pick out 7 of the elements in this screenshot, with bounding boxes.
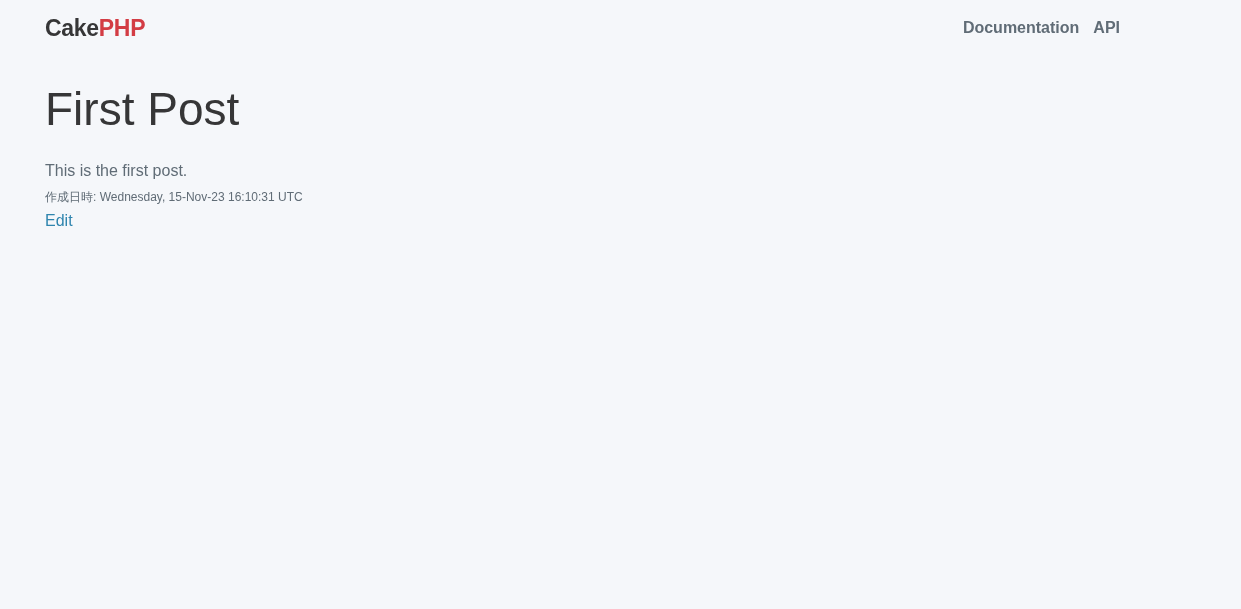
post-title: First Post xyxy=(45,84,241,135)
site-logo[interactable]: CakePHP xyxy=(45,10,146,46)
nav-link[interactable]: API xyxy=(1093,16,1120,40)
edit-link[interactable]: Edit xyxy=(45,208,73,233)
created-date: 作成日時: Wednesday, 15-Nov-23 16:10:31 UTC xyxy=(45,188,304,206)
nav-link[interactable]: Documentation xyxy=(962,16,1080,40)
post-body: This is the first post. xyxy=(45,160,189,181)
